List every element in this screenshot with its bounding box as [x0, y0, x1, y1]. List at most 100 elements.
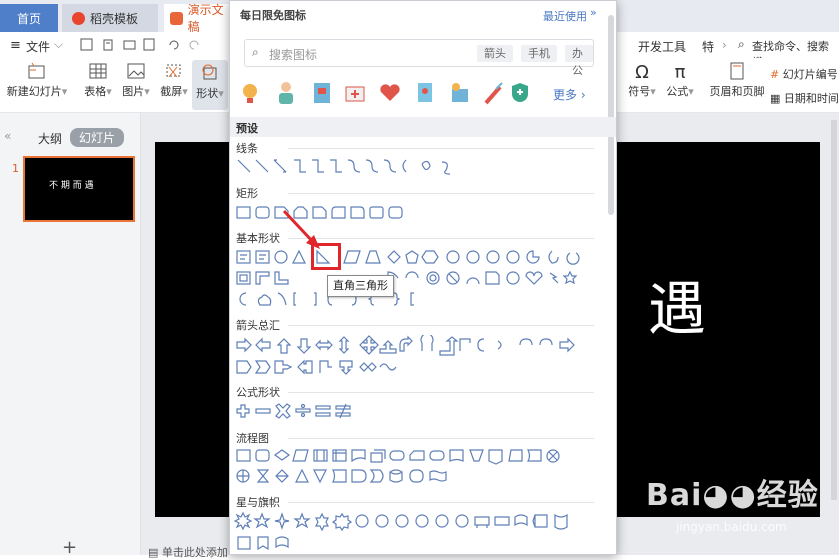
pharmacy-icon — [452, 83, 468, 102]
tab-home[interactable]: 首页 — [0, 4, 58, 32]
new-slide-button[interactable]: 新建幻灯片▾ — [4, 62, 70, 99]
tab-home-label: 首页 — [16, 11, 41, 26]
header-footer-icon — [730, 62, 744, 80]
picture-button[interactable]: 图片▾ — [118, 62, 154, 99]
rect-row[interactable] — [230, 204, 430, 222]
section-rect: 矩形 — [236, 187, 258, 200]
heart-icon — [380, 84, 400, 101]
report-icon — [418, 83, 432, 102]
menu-dev-tools[interactable]: 开发工具 — [638, 38, 686, 55]
header-footer-label: 页眉和页脚 — [709, 85, 765, 98]
omega-icon: Ω — [635, 62, 649, 83]
divider — [288, 392, 594, 393]
formula-label: 公式 — [666, 85, 689, 98]
collapse-icon[interactable]: « — [4, 129, 11, 143]
table-label: 表格 — [84, 85, 107, 98]
shape-button[interactable]: 形状▾ — [192, 60, 228, 110]
section-stars: 星与旗帜 — [236, 496, 280, 509]
formula-row[interactable] — [230, 401, 370, 421]
divider — [288, 193, 594, 194]
screenshot-label: 截屏 — [160, 85, 183, 98]
slide-thumbnail-panel: « 大纲 幻灯片 1 不 期 而 遇 + — [0, 113, 141, 558]
table-icon — [89, 63, 107, 79]
watermark-url: jingyan.baidu.com — [676, 520, 787, 534]
doctor-icon — [279, 82, 293, 104]
table-button[interactable]: 表格▾ — [80, 62, 116, 99]
recent-link[interactable]: 最近使用 — [543, 8, 587, 24]
hash-icon: # — [770, 68, 780, 81]
pi-icon: π — [674, 62, 686, 83]
tab-presentation-label: 演示文稿 — [187, 3, 224, 34]
slide-big-text[interactable]: 遇 — [648, 262, 706, 346]
search-icon: ⌕ — [738, 37, 745, 51]
menu-file[interactable]: 文件 — [26, 38, 50, 55]
notes-icon: ▤ — [148, 546, 159, 559]
lightbulb-icon — [243, 84, 257, 103]
slide-thumbnail[interactable]: 不 期 而 遇 — [23, 156, 135, 222]
annotation-arrow — [282, 209, 320, 249]
flowchart-grid[interactable] — [230, 447, 600, 487]
search-chip-office[interactable]: 办公 — [565, 45, 593, 77]
new-slide-icon — [28, 62, 45, 79]
tab-slides[interactable]: 幻灯片 — [70, 128, 125, 147]
panel-title: 每日限免图标 — [240, 9, 306, 22]
chevron-down-icon[interactable]: › — [722, 38, 727, 52]
divider — [288, 438, 594, 439]
presentation-file-icon — [170, 11, 183, 25]
symbol-label: 符号 — [628, 85, 651, 98]
quick-access-icons[interactable] — [80, 38, 220, 52]
section-basic: 基本形状 — [236, 232, 280, 245]
panel-scrollbar[interactable] — [608, 15, 614, 215]
picture-icon — [127, 63, 145, 79]
preset-label: 预设 — [236, 122, 258, 135]
header-footer-button[interactable]: 页眉和页脚 — [708, 62, 766, 99]
symbol-button[interactable]: Ω 符号▾ — [624, 62, 660, 99]
section-lines: 线条 — [236, 142, 258, 155]
tab-template-label: 稻壳模板 — [90, 11, 139, 26]
search-input[interactable]: 搜索图标 — [269, 46, 317, 63]
slide-thumb-number: 1 — [12, 162, 19, 175]
tab-presentation[interactable]: 演示文稿 — [164, 3, 234, 34]
calendar-icon: ▦ — [770, 92, 781, 105]
search-chip-phone[interactable]: 手机 — [521, 45, 557, 62]
slide-number-button[interactable]: # 幻灯片编号 — [770, 66, 838, 82]
slide-thumb-text: 不 期 而 遇 — [49, 181, 94, 191]
tab-outline[interactable]: 大纲 — [38, 130, 62, 147]
shape-tooltip: 直角三角形 — [327, 275, 394, 297]
divider — [288, 325, 594, 326]
new-slide-label: 新建幻灯片 — [6, 85, 62, 98]
slide-number-label: 幻灯片编号 — [782, 68, 838, 81]
formula-button[interactable]: π 公式▾ — [662, 62, 698, 99]
chevron-down-icon[interactable]: ⌵ — [54, 37, 63, 52]
canvas-scrollbar[interactable] — [831, 120, 837, 500]
baidu-jingyan-logo: Bai◕◕经验 — [646, 478, 819, 513]
scissors-icon — [166, 64, 181, 78]
docer-logo-icon — [72, 11, 85, 25]
arrows-grid[interactable] — [230, 335, 590, 377]
search-icon: ⌕ — [252, 45, 259, 59]
double-chevron-icon[interactable]: » — [590, 6, 597, 19]
tab-template[interactable]: 稻壳模板 — [62, 4, 158, 32]
more-icons-link[interactable]: 更多 › — [553, 86, 586, 103]
stars-banners-grid[interactable] — [230, 511, 600, 555]
notes-hint[interactable]: ▤ 单击此处添加 — [148, 544, 228, 560]
divider — [288, 502, 594, 503]
preset-header: 预设 — [230, 117, 616, 137]
panel-header: 每日限免图标 最近使用 » — [230, 1, 616, 29]
search-chip-arrow[interactable]: 箭头 — [477, 45, 513, 62]
basic-shapes-grid[interactable] — [230, 247, 590, 311]
divider — [288, 148, 594, 149]
menu-icon[interactable]: ≡ — [10, 38, 21, 53]
date-time-button[interactable]: ▦ 日期和时间 — [770, 90, 839, 106]
notes-hint-label: 单击此处添加 — [161, 546, 228, 559]
shield-icon — [512, 83, 528, 102]
medical-kit-icon — [345, 86, 365, 102]
picture-label: 图片 — [122, 85, 145, 98]
menu-special[interactable]: 特 — [702, 38, 714, 55]
section-arrows: 箭头总汇 — [236, 319, 280, 332]
date-time-label: 日期和时间 — [783, 92, 839, 105]
icon-search-box[interactable]: ⌕ 搜索图标 箭头 手机 办公 — [244, 39, 594, 77]
free-icons-row[interactable] — [230, 79, 560, 107]
screenshot-button[interactable]: 截屏▾ — [156, 62, 192, 99]
lines-row[interactable] — [230, 156, 510, 176]
